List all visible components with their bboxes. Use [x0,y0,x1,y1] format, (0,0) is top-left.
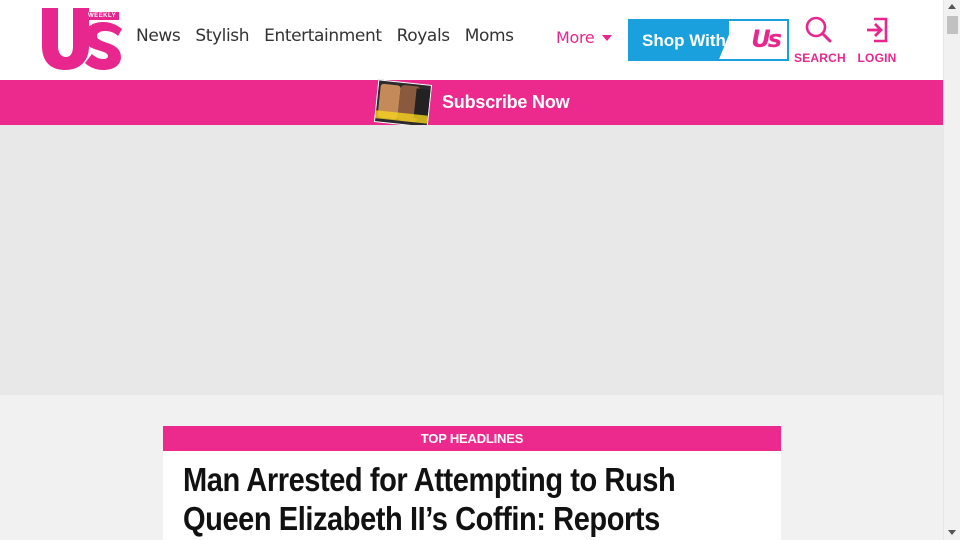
search-icon [805,16,832,43]
page: WEEKLY News Stylish Entertainment Royals… [0,0,943,540]
more-label: More [556,28,595,47]
page-scrollbar[interactable] [943,0,960,540]
nav-item-entertainment[interactable]: Entertainment [264,26,382,46]
top-headlines-tag: TOP HEADLINES [163,426,781,451]
nav-item-royals[interactable]: Royals [397,26,451,46]
site-header: WEEKLY News Stylish Entertainment Royals… [0,0,943,80]
ad-placeholder [0,125,943,395]
login-button[interactable]: LOGIN [852,16,902,65]
subscribe-banner[interactable]: Subscribe Now [0,79,943,128]
shop-us-logo: Us [751,25,782,53]
scrollbar-thumb[interactable] [947,16,958,34]
top-headlines-card: TOP HEADLINES Man Arrested for Attemptin… [163,426,781,540]
login-label: LOGIN [857,51,897,65]
nav-item-stylish[interactable]: Stylish [195,26,249,46]
more-menu-button[interactable]: More [556,28,613,47]
magazine-cover-image [373,79,433,128]
scroll-up-arrow-icon[interactable] [948,4,956,9]
search-button[interactable]: SEARCH [794,16,846,65]
search-label: SEARCH [794,51,846,65]
main-nav: News Stylish Entertainment Royals Moms [136,26,529,46]
shop-label: Shop With [642,31,726,50]
nav-item-moms[interactable]: Moms [465,26,514,46]
headline-title[interactable]: Man Arrested for Attempting to Rush Quee… [183,460,693,538]
shop-with-us-button[interactable]: Shop With Us [628,19,789,61]
us-weekly-logo[interactable]: WEEKLY [40,6,122,70]
logo-badge: WEEKLY [88,13,117,19]
caret-down-icon [602,34,613,41]
nav-item-news[interactable]: News [136,26,181,46]
subscribe-label: Subscribe Now [442,92,570,112]
scroll-down-arrow-icon[interactable] [948,530,956,535]
login-icon [867,17,888,43]
